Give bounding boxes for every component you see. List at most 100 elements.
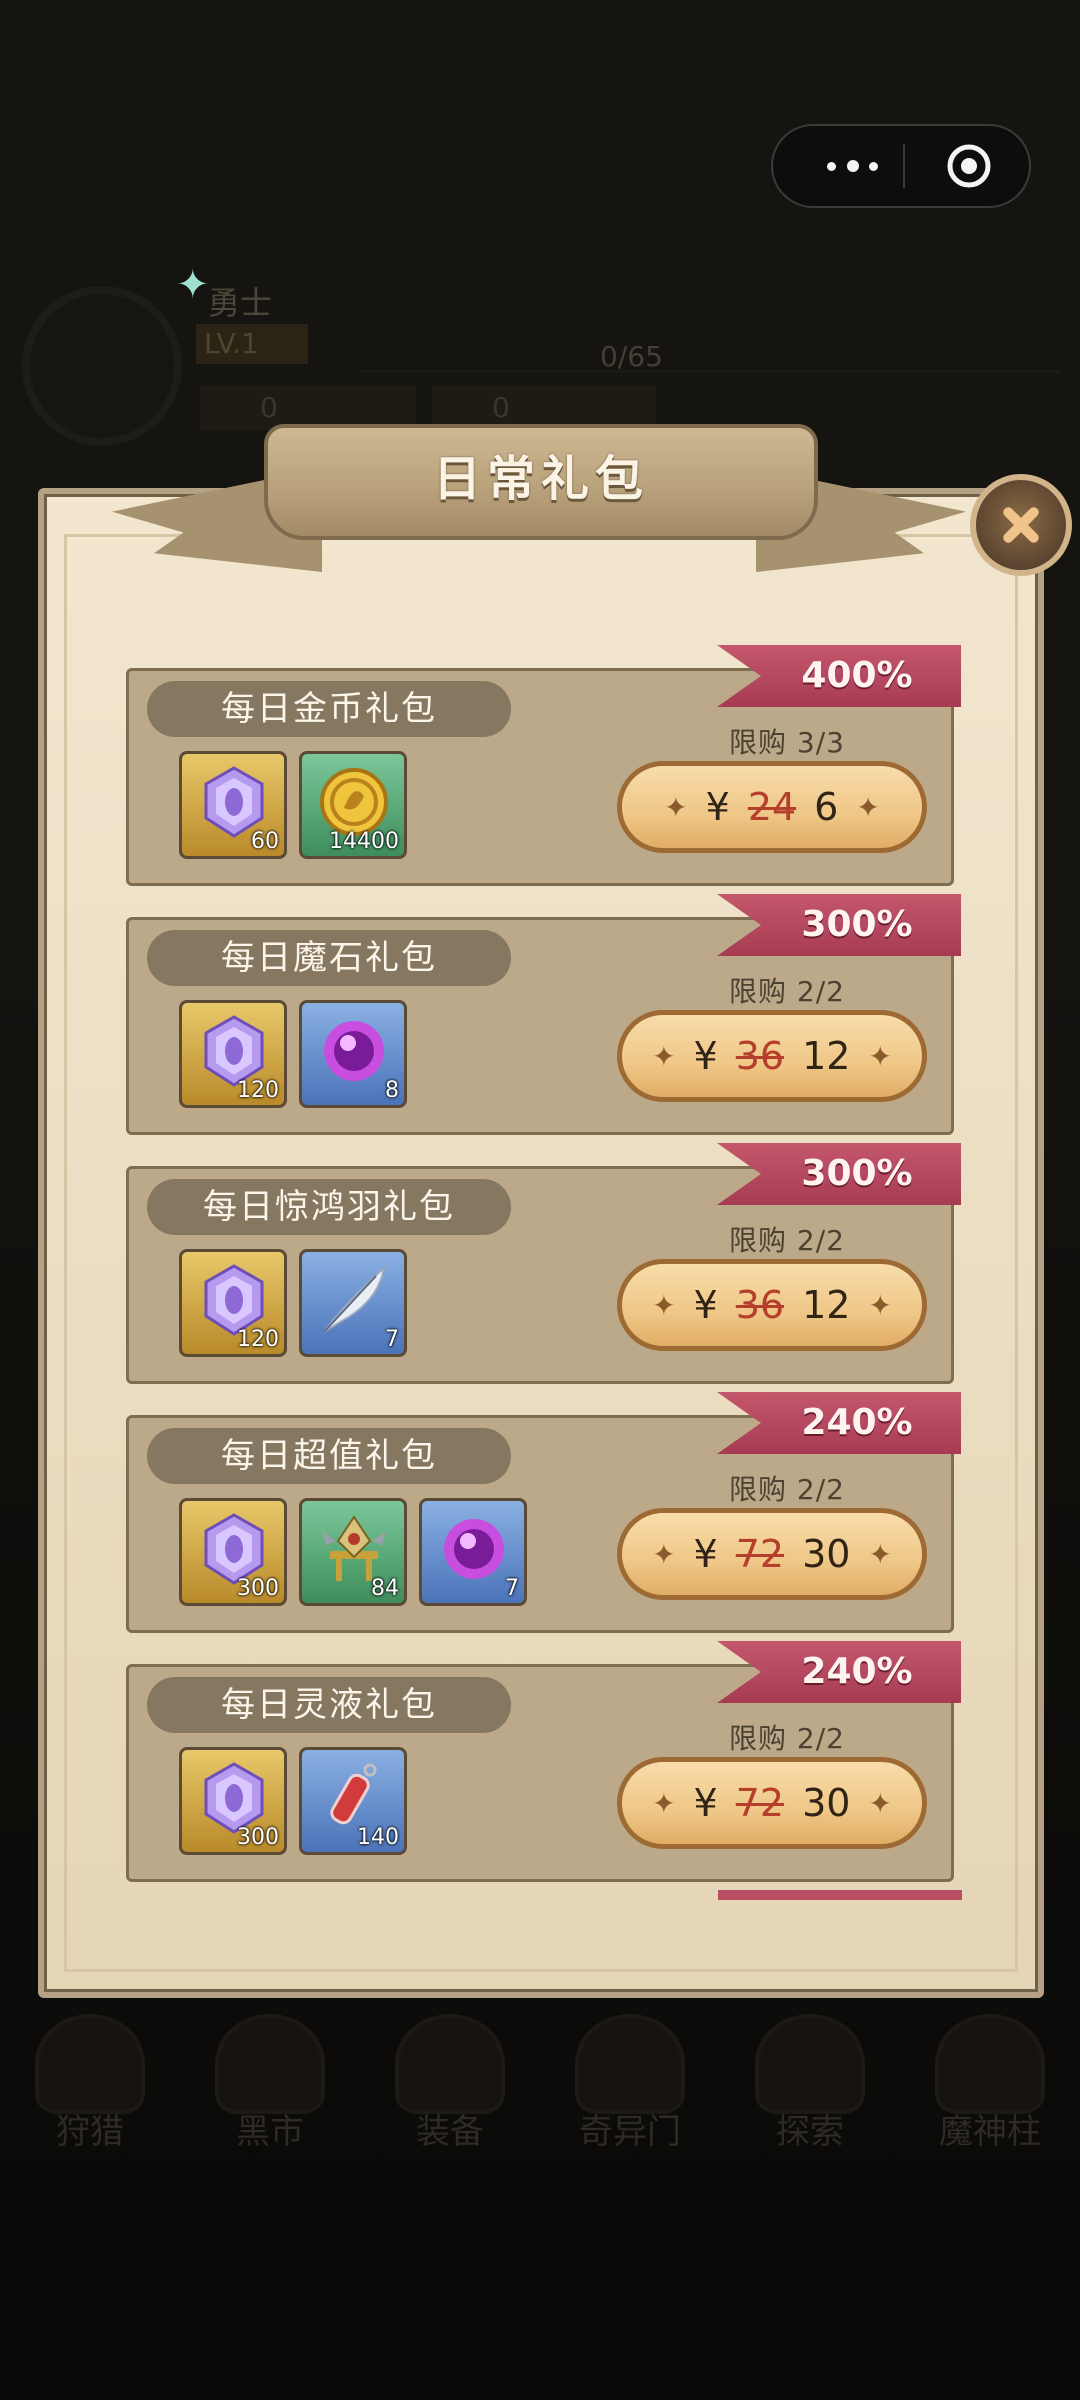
original-price: 24	[747, 785, 797, 829]
item-quantity: 8	[385, 1078, 399, 1103]
more-button[interactable]	[801, 126, 911, 206]
exp-text: 0/65	[600, 340, 663, 373]
purchase-limit: 限购 2/2	[729, 975, 845, 1008]
potion-item[interactable]: 140	[299, 1747, 407, 1855]
item-quantity: 120	[237, 1327, 279, 1352]
item-quantity: 7	[385, 1327, 399, 1352]
currency-symbol: ¥	[705, 785, 730, 829]
sale-price: 6	[814, 785, 839, 829]
sale-price: 30	[802, 1781, 851, 1825]
dot-icon	[827, 162, 836, 171]
totem-item[interactable]: 84	[299, 1498, 407, 1606]
star-icon: ✦	[868, 1039, 892, 1073]
bonus-ribbon: 300%	[717, 1143, 961, 1205]
pack-name: 每日超值礼包	[147, 1428, 511, 1484]
buy-button[interactable]: ✦ ¥ 72 30 ✦	[617, 1508, 927, 1600]
sale-price: 12	[802, 1034, 851, 1078]
miniprogram-capsule	[771, 124, 1031, 208]
market-icon	[215, 2014, 325, 2114]
reward-items: 300 140	[179, 1747, 407, 1855]
item-quantity: 120	[237, 1078, 279, 1103]
pack-name: 每日魔石礼包	[147, 930, 511, 986]
pack-card: 每日灵液礼包 240% 限购 2/2 300 140 ✦ ¥ 72 30 ✦	[126, 1641, 961, 1882]
bonus-ribbon: 240%	[717, 1392, 961, 1454]
star-icon: ✦	[652, 1786, 676, 1820]
currency-symbol: ¥	[693, 1283, 718, 1327]
item-quantity: 14400	[329, 829, 399, 854]
magic-stone-item[interactable]: 7	[419, 1498, 527, 1606]
item-quantity: 7	[505, 1576, 519, 1601]
star-icon: ✦	[868, 1288, 892, 1322]
reward-items: 120 8	[179, 1000, 407, 1108]
bonus-ribbon: 400%	[717, 645, 961, 707]
purple-crystal-item[interactable]: 120	[179, 1249, 287, 1357]
bonus-ribbon: 240%	[717, 1641, 961, 1703]
capsule-divider	[903, 144, 905, 188]
star-icon: ✦	[868, 1537, 892, 1571]
currency-symbol: ¥	[693, 1532, 718, 1576]
purple-crystal-item[interactable]: 300	[179, 1747, 287, 1855]
purple-crystal-item[interactable]: 120	[179, 1000, 287, 1108]
buy-button[interactable]: ✦ ¥ 24 6 ✦	[617, 761, 927, 853]
original-price: 36	[735, 1034, 785, 1078]
nav-explore: 探索	[720, 2004, 900, 2164]
sparkle-icon: ✦	[176, 262, 210, 308]
bonus-ribbon: 300%	[717, 894, 961, 956]
pack-name: 每日惊鸿羽礼包	[147, 1179, 511, 1235]
exit-miniprogram-icon[interactable]	[945, 142, 993, 190]
star-icon: ✦	[652, 1288, 676, 1322]
sword-icon	[395, 2014, 505, 2114]
star-icon: ✦	[652, 1537, 676, 1571]
buy-button[interactable]: ✦ ¥ 36 12 ✦	[617, 1010, 927, 1102]
pillar-icon	[935, 2014, 1045, 2114]
panel-title: 日常礼包	[264, 424, 818, 540]
purchase-limit: 限购 2/2	[729, 1224, 845, 1257]
pack-card: 每日惊鸿羽礼包 300% 限购 2/2 120 7 ✦ ¥ 36 12 ✦	[126, 1143, 961, 1384]
nav-black-market: 黑市	[180, 2004, 360, 2164]
pack-card: 每日魔石礼包 300% 限购 2/2 120 8 ✦ ¥ 36 12 ✦	[126, 894, 961, 1135]
sale-price: 12	[802, 1283, 851, 1327]
next-pack-peek	[718, 1890, 962, 1900]
purple-crystal-item[interactable]: 60	[179, 751, 287, 859]
pack-name: 每日金币礼包	[147, 681, 511, 737]
pack-card: 每日超值礼包 240% 限购 2/2 300 84 7 ✦ ¥ 72 30 ✦	[126, 1392, 961, 1633]
currency-symbol: ¥	[693, 1034, 718, 1078]
star-icon: ✦	[652, 1039, 676, 1073]
feather-item[interactable]: 7	[299, 1249, 407, 1357]
item-quantity: 300	[237, 1576, 279, 1601]
pack-card: 每日金币礼包 400% 限购 3/3 60 14400 ✦ ¥ 24 6 ✦	[126, 645, 961, 886]
nav-pillar: 魔神柱	[900, 2004, 1080, 2164]
original-price: 72	[735, 1532, 785, 1576]
purchase-limit: 限购 2/2	[729, 1722, 845, 1755]
buy-button[interactable]: ✦ ¥ 72 30 ✦	[617, 1757, 927, 1849]
nav-strange-door: 奇异门	[540, 2004, 720, 2164]
nav-equipment: 装备	[360, 2004, 540, 2164]
purchase-limit: 限购 3/3	[729, 726, 845, 759]
avatar	[22, 286, 182, 446]
dot-icon	[869, 162, 878, 171]
item-quantity: 140	[357, 1825, 399, 1850]
star-icon: ✦	[868, 1786, 892, 1820]
pack-name: 每日灵液礼包	[147, 1677, 511, 1733]
magic-stone-item[interactable]: 8	[299, 1000, 407, 1108]
original-price: 36	[735, 1283, 785, 1327]
star-icon: ✦	[856, 790, 880, 824]
gold-coin-item[interactable]: 14400	[299, 751, 407, 859]
item-quantity: 84	[371, 1576, 399, 1601]
sale-price: 30	[802, 1532, 851, 1576]
bottom-nav: 狩猎 黑市 装备 奇异门 探索 魔神柱	[0, 2004, 1080, 2164]
close-button[interactable]	[970, 474, 1072, 576]
purple-crystal-item[interactable]: 300	[179, 1498, 287, 1606]
purchase-limit: 限购 2/2	[729, 1473, 845, 1506]
reward-items: 60 14400	[179, 751, 407, 859]
hunt-icon	[35, 2014, 145, 2114]
dot-icon	[847, 160, 859, 172]
buy-button[interactable]: ✦ ¥ 36 12 ✦	[617, 1259, 927, 1351]
exp-bar	[360, 330, 1060, 373]
player-name: 勇士	[208, 284, 273, 322]
original-price: 72	[735, 1781, 785, 1825]
compass-icon	[755, 2014, 865, 2114]
star-icon: ✦	[664, 790, 688, 824]
item-quantity: 60	[251, 829, 279, 854]
door-icon	[575, 2014, 685, 2114]
